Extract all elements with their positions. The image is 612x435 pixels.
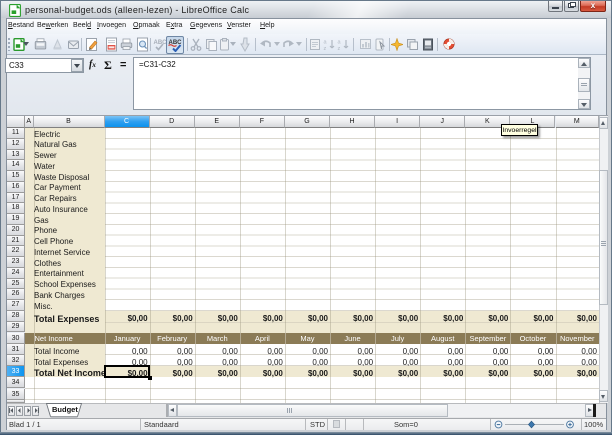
svg-text:ABC: ABC — [154, 40, 167, 46]
svg-text:z: z — [338, 46, 341, 51]
svg-text:a: a — [338, 40, 342, 46]
svg-text:a: a — [324, 40, 328, 46]
svg-text:z: z — [324, 46, 327, 51]
